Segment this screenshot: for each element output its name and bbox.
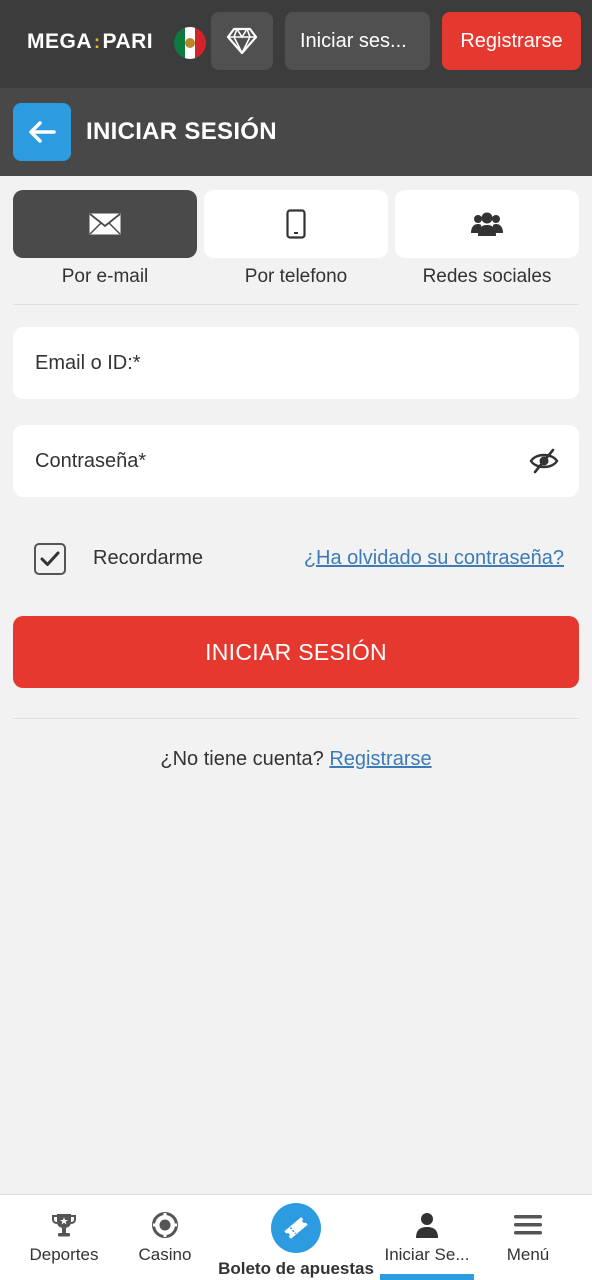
password-input[interactable] — [35, 449, 579, 473]
nav-betslip[interactable]: Boleto de apuestas — [216, 1195, 376, 1280]
mexico-flag-icon[interactable] — [174, 27, 206, 59]
nav-menu[interactable]: Menú — [480, 1195, 576, 1280]
nav-casino[interactable]: Casino — [118, 1195, 212, 1280]
users-icon — [471, 212, 503, 236]
tab-email[interactable] — [13, 190, 197, 258]
logo-separator: : — [94, 31, 101, 52]
nav-sports-label: Deportes — [29, 1245, 99, 1264]
nav-betslip-label: Boleto de apuestas — [218, 1259, 374, 1278]
trophy-icon — [52, 1214, 76, 1237]
phone-icon — [286, 209, 306, 239]
top-bar: MEGA : PARI Iniciar ses... Registrarse — [0, 0, 592, 88]
nav-active-indicator — [380, 1274, 474, 1280]
signup-prompt: ¿No tiene cuenta? Registrarse — [0, 748, 592, 771]
tab-email-label: Por e-mail — [61, 266, 149, 287]
register-button-top[interactable]: Registrarse — [442, 12, 581, 70]
casino-chip-icon — [152, 1212, 178, 1238]
megapari-logo[interactable]: MEGA : PARI — [27, 28, 153, 56]
logo-text-pari: PARI — [102, 30, 154, 53]
tab-social-label: Redes sociales — [422, 266, 552, 287]
arrow-left-icon — [29, 121, 56, 143]
login-button-top[interactable]: Iniciar ses... — [285, 12, 430, 70]
divider — [13, 718, 579, 719]
login-submit-button[interactable]: INICIAR SESIÓN — [13, 616, 579, 688]
back-button[interactable] — [13, 103, 71, 161]
nav-login-label: Iniciar Se... — [384, 1245, 470, 1264]
divider — [13, 304, 579, 305]
nav-sports[interactable]: Deportes — [14, 1195, 114, 1280]
tab-phone-label: Por telefono — [244, 266, 348, 287]
tab-phone[interactable] — [204, 190, 388, 258]
page-title: INICIAR SESIÓN — [86, 118, 277, 145]
tab-social[interactable] — [395, 190, 579, 258]
email-input[interactable] — [35, 351, 579, 375]
forgot-password-link[interactable]: ¿Ha olvidado su contraseña? — [304, 547, 564, 570]
login-page: MEGA : PARI Iniciar ses... Registrarse I… — [0, 0, 592, 1280]
signup-link[interactable]: Registrarse — [329, 748, 431, 770]
remember-checkbox[interactable] — [34, 543, 66, 575]
password-field[interactable] — [13, 425, 579, 497]
eye-slash-icon[interactable] — [529, 447, 559, 475]
ticket-icon — [284, 1217, 308, 1239]
remember-label[interactable]: Recordarme — [93, 547, 203, 570]
betslip-circle — [271, 1203, 321, 1253]
menu-icon — [514, 1215, 542, 1235]
logo-text-mega: MEGA — [27, 30, 92, 53]
email-field[interactable] — [13, 327, 579, 399]
user-icon — [416, 1213, 438, 1238]
nav-menu-label: Menú — [506, 1245, 550, 1264]
checkmark-icon — [40, 551, 60, 566]
page-header: INICIAR SESIÓN — [0, 88, 592, 176]
signup-prompt-text: ¿No tiene cuenta? — [160, 748, 324, 770]
bottom-nav: Deportes Casino Boleto de apuestas Inici… — [0, 1194, 592, 1280]
vip-diamond-button[interactable] — [211, 12, 273, 70]
envelope-icon — [89, 213, 121, 235]
nav-casino-label: Casino — [138, 1245, 192, 1264]
diamond-icon — [226, 27, 258, 55]
nav-login[interactable]: Iniciar Se... — [378, 1195, 476, 1280]
